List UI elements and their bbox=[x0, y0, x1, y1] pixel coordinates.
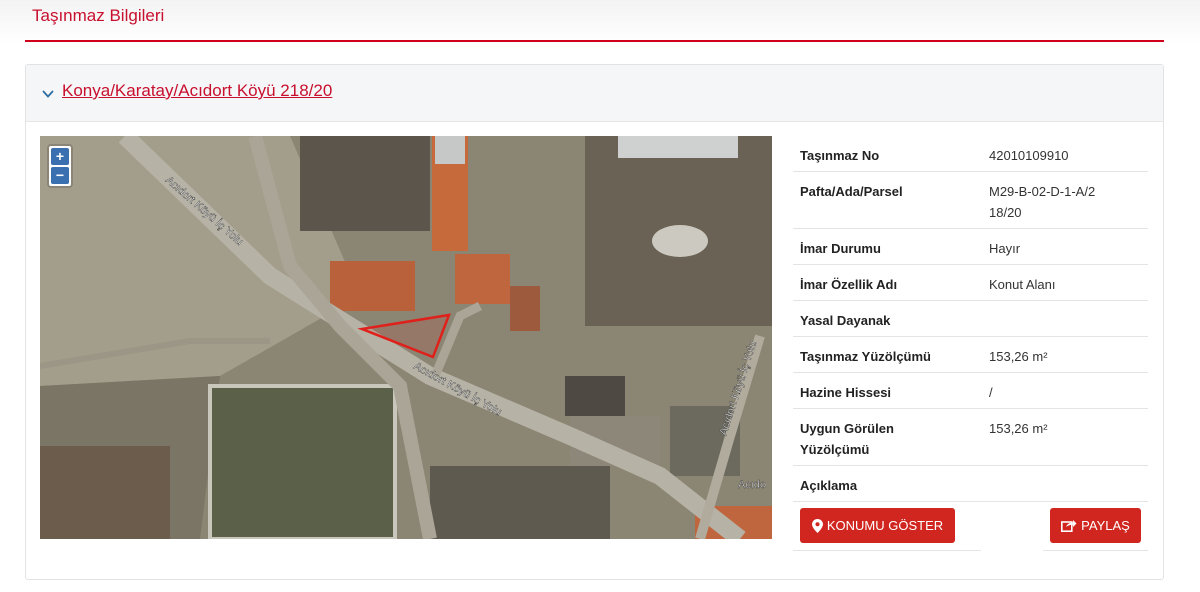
action-buttons: KONUMU GÖSTER PAYLAŞ bbox=[793, 502, 1148, 551]
info-row: Taşınmaz Yüzölçümü 153,26 m² bbox=[793, 337, 1148, 373]
info-value: 42010109910 bbox=[989, 148, 1069, 163]
info-value bbox=[989, 466, 1148, 501]
row-divider bbox=[793, 550, 981, 551]
info-label: Taşınmaz Yüzölçümü bbox=[800, 349, 931, 364]
info-label: Uygun Görülen Yüzölçümü bbox=[800, 421, 894, 457]
info-value bbox=[989, 301, 1148, 336]
info-label: İmar Durumu bbox=[800, 241, 881, 256]
info-value: Hayır bbox=[989, 241, 1021, 256]
info-value: 153,26 m² bbox=[989, 349, 1048, 364]
info-label: İmar Özellik Adı bbox=[800, 277, 898, 292]
map-marker-icon bbox=[811, 518, 823, 533]
info-label: Yasal Dayanak bbox=[800, 313, 891, 328]
info-value: / bbox=[989, 385, 993, 400]
info-label: Açıklama bbox=[800, 478, 858, 493]
info-label: Taşınmaz No bbox=[800, 148, 880, 163]
info-label: Hazine Hissesi bbox=[800, 385, 892, 400]
info-row: Taşınmaz No 42010109910 bbox=[793, 136, 1148, 172]
info-row: Açıklama bbox=[793, 466, 1148, 502]
share-icon bbox=[1061, 520, 1077, 532]
road-label: Acıdo bbox=[738, 479, 766, 491]
info-row: Pafta/Ada/Parsel M29-B-02-D-1-A/218/20 bbox=[793, 172, 1148, 229]
map-zoom-control: + − bbox=[49, 146, 71, 186]
page-title: Taşınmaz Bilgileri bbox=[32, 6, 165, 25]
info-value: M29-B-02-D-1-A/218/20 bbox=[989, 184, 1096, 220]
satellite-map[interactable]: Acıdort Köyü İç Yolu Acıdort Köyü İç Yol… bbox=[40, 136, 772, 539]
info-value: 153,26 m² bbox=[989, 421, 1048, 436]
page-header: Taşınmaz Bilgileri bbox=[0, 0, 1200, 44]
info-label: Pafta/Ada/Parsel bbox=[800, 184, 903, 199]
show-location-label: KONUMU GÖSTER bbox=[826, 518, 944, 533]
zoom-out-button[interactable]: − bbox=[51, 167, 69, 184]
info-row: Yasal Dayanak bbox=[793, 301, 1148, 337]
share-button[interactable]: PAYLAŞ bbox=[1050, 508, 1141, 543]
header-divider bbox=[25, 40, 1164, 42]
share-label: PAYLAŞ bbox=[1081, 518, 1130, 533]
info-row: İmar Durumu Hayır bbox=[793, 229, 1148, 265]
property-heading-link[interactable]: Konya/Karatay/Acıdort Köyü 218/20 bbox=[62, 81, 332, 101]
info-row: İmar Özellik Adı Konut Alanı bbox=[793, 265, 1148, 301]
zoom-in-button[interactable]: + bbox=[51, 148, 69, 165]
info-value: Konut Alanı bbox=[989, 277, 1056, 292]
row-divider bbox=[1043, 550, 1148, 551]
info-row: Uygun Görülen Yüzölçümü 153,26 m² bbox=[793, 409, 1148, 466]
show-location-button[interactable]: KONUMU GÖSTER bbox=[800, 508, 955, 543]
chevron-down-icon[interactable] bbox=[41, 87, 55, 101]
map-imagery: Acıdort Köyü İç Yolu Acıdort Köyü İç Yol… bbox=[40, 136, 772, 539]
property-info-table: Taşınmaz No 42010109910 Pafta/Ada/Parsel… bbox=[793, 136, 1148, 502]
panel-header[interactable]: Konya/Karatay/Acıdort Köyü 218/20 bbox=[26, 65, 1163, 122]
info-row: Hazine Hissesi / bbox=[793, 373, 1148, 409]
